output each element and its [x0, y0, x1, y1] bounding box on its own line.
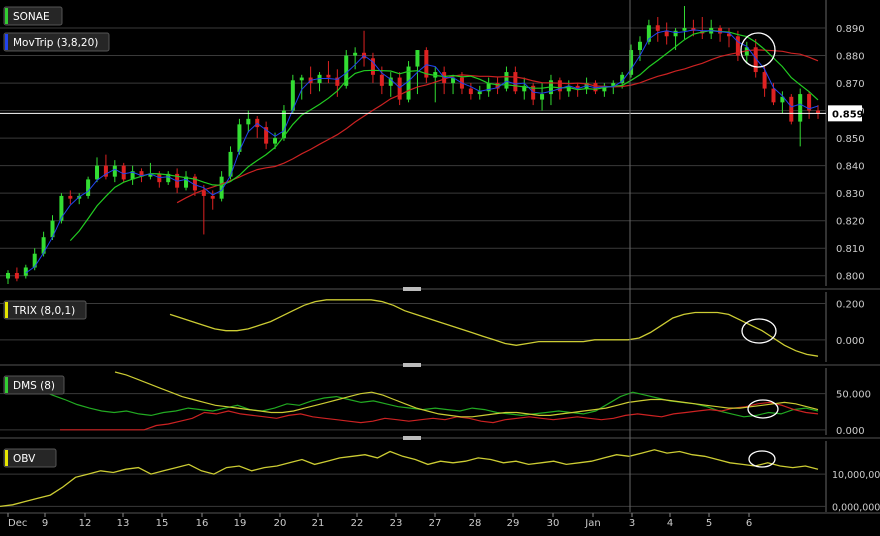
- candle-body: [540, 94, 545, 100]
- panel-resize-handle: [403, 363, 421, 367]
- candle-body: [95, 165, 100, 180]
- candle-body: [59, 195, 64, 221]
- panel-resize-handle: [403, 287, 421, 291]
- x-tick-label: 19: [234, 518, 247, 529]
- panel-label-text: SONAE: [13, 11, 50, 23]
- candle-body: [112, 165, 117, 177]
- candle-body: [353, 52, 358, 56]
- x-tick-label: Jan: [584, 518, 600, 529]
- x-tick-label: 29: [507, 518, 520, 529]
- x-tick-label: 23: [390, 518, 403, 529]
- x-tick-label: 9: [42, 518, 48, 529]
- panel-label-swatch: [5, 302, 8, 318]
- candle-body: [771, 88, 776, 103]
- candle-body: [513, 72, 518, 92]
- candle-body: [326, 74, 331, 78]
- x-tick-label: 20: [274, 518, 287, 529]
- candle-body: [246, 118, 251, 125]
- candle-body: [201, 190, 206, 196]
- y-tick-label: 0.000: [836, 336, 865, 347]
- candle-body: [6, 272, 10, 279]
- candle-body: [637, 41, 642, 51]
- y-tick-label: 0.830: [836, 189, 865, 200]
- y-tick-label: 0.810: [836, 244, 865, 255]
- panel-bg: [0, 441, 880, 512]
- candle-body: [798, 94, 803, 122]
- panel-label-text: TRIX (8,0,1): [12, 305, 75, 317]
- candle-body: [32, 253, 37, 268]
- panel-label-text: OBV: [13, 453, 36, 465]
- x-tick-label: 15: [156, 518, 169, 529]
- candle-body: [379, 74, 384, 86]
- x-tick-label: Dec: [8, 518, 27, 529]
- candle-body: [789, 96, 794, 122]
- x-tick-label: 5: [706, 518, 712, 529]
- candle-body: [655, 25, 660, 31]
- candle-body: [673, 30, 678, 37]
- x-tick-label: 27: [429, 518, 442, 529]
- panel-resize-handle: [403, 436, 421, 440]
- panel-label-text: MovTrip (3,8,20): [13, 37, 98, 49]
- x-tick-label: 30: [547, 518, 560, 529]
- x-tick-label: 28: [469, 518, 482, 529]
- y-tick-label: 0,000,000: [832, 502, 880, 513]
- y-tick-label: 10,000,000: [832, 470, 880, 481]
- y-tick-label: 0.850: [836, 134, 865, 145]
- panel-label-text: DMS (8): [13, 380, 55, 392]
- candle-body: [664, 30, 669, 37]
- candle-body: [273, 138, 278, 144]
- y-tick-label: 0.880: [836, 52, 865, 63]
- x-tick-label: 16: [196, 518, 209, 529]
- y-tick-label: 0.200: [836, 299, 865, 310]
- y-tick-label: 50.000: [836, 390, 871, 401]
- y-tick-label: 0.870: [836, 79, 865, 90]
- x-tick-label: 12: [79, 518, 92, 529]
- chart-root: 0.8000.8100.8200.8300.8400.8500.8600.870…: [0, 0, 880, 532]
- candle-body: [86, 179, 91, 196]
- candle-body: [468, 88, 473, 95]
- candle-body: [210, 195, 215, 199]
- candle-body: [762, 72, 767, 89]
- panel-bg: [0, 292, 880, 362]
- panel-label-swatch: [5, 450, 8, 466]
- x-tick-label: 13: [117, 518, 130, 529]
- candle-body: [504, 72, 509, 89]
- y-tick-label: 0.890: [836, 24, 865, 35]
- x-tick-label: 6: [746, 518, 752, 529]
- current-price-value: 0.859: [832, 109, 864, 120]
- y-tick-label: 0.820: [836, 217, 865, 228]
- y-tick-label: 0.800: [836, 272, 865, 283]
- y-tick-label: 0.840: [836, 162, 865, 173]
- candle-body: [299, 77, 304, 81]
- x-tick-label: 21: [312, 518, 325, 529]
- candle-body: [14, 272, 19, 279]
- candle-body: [557, 80, 562, 92]
- panel-label-swatch: [5, 34, 8, 50]
- candle-body: [682, 28, 687, 31]
- candle-body: [415, 50, 420, 67]
- panel-label-swatch: [5, 377, 8, 393]
- panel-label-swatch: [5, 8, 8, 24]
- candle-body: [121, 165, 126, 180]
- panel-bg: [0, 0, 880, 286]
- x-tick-label: 22: [351, 518, 364, 529]
- chart-canvas: 0.8000.8100.8200.8300.8400.8500.8600.870…: [0, 0, 880, 529]
- candle-body: [397, 77, 402, 100]
- x-tick-label: 3: [629, 518, 635, 529]
- panel-bg: [0, 368, 880, 435]
- x-tick-label: 4: [667, 518, 673, 529]
- candle-body: [68, 195, 73, 199]
- y-tick-label: 0.000: [836, 426, 865, 437]
